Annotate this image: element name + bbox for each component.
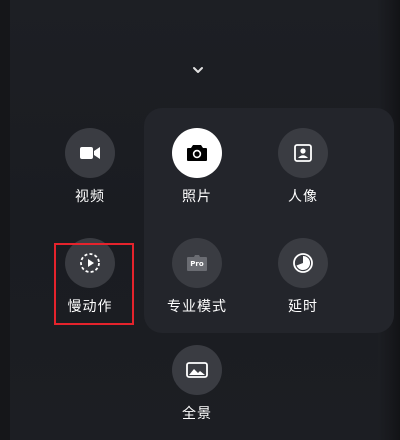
- screen-edge-left: [0, 0, 10, 440]
- mode-video-label: 视频: [75, 189, 105, 205]
- timelapse-icon: [293, 253, 313, 273]
- mode-photo-label: 照片: [182, 189, 212, 205]
- portrait-icon: [294, 144, 312, 162]
- mode-panorama-label: 全景: [182, 406, 212, 422]
- panorama-icon: [186, 362, 208, 378]
- camera-icon: [187, 145, 207, 161]
- mode-timelapse[interactable]: 延时: [258, 238, 348, 316]
- mode-timelapse-button[interactable]: [278, 238, 328, 288]
- mode-video-button[interactable]: [65, 128, 115, 178]
- mode-photo[interactable]: 照片: [152, 128, 242, 206]
- collapse-chevron-button[interactable]: [188, 60, 208, 80]
- mode-portrait-label: 人像: [288, 189, 318, 205]
- mode-photo-button[interactable]: [172, 128, 222, 178]
- mode-portrait-button[interactable]: [278, 128, 328, 178]
- mode-pro[interactable]: Pro 专业模式: [152, 238, 242, 316]
- mode-panorama[interactable]: 全景: [152, 345, 242, 423]
- mode-video[interactable]: 视频: [45, 128, 135, 206]
- chevron-down-icon: [193, 67, 203, 73]
- camera-mode-screen: 视频 照片 人像 慢动作 Pro 专业模式 延时 全景: [0, 0, 400, 440]
- mode-panorama-button[interactable]: [172, 345, 222, 395]
- mode-portrait[interactable]: 人像: [258, 128, 348, 206]
- pro-badge-text: Pro: [190, 260, 204, 268]
- video-camera-icon: [80, 147, 100, 159]
- pro-mode-icon: Pro: [185, 254, 209, 272]
- mode-pro-button[interactable]: Pro: [172, 238, 222, 288]
- mode-pro-label: 专业模式: [167, 299, 227, 315]
- slow-motion-highlight-box: [54, 243, 134, 325]
- mode-timelapse-label: 延时: [288, 299, 318, 315]
